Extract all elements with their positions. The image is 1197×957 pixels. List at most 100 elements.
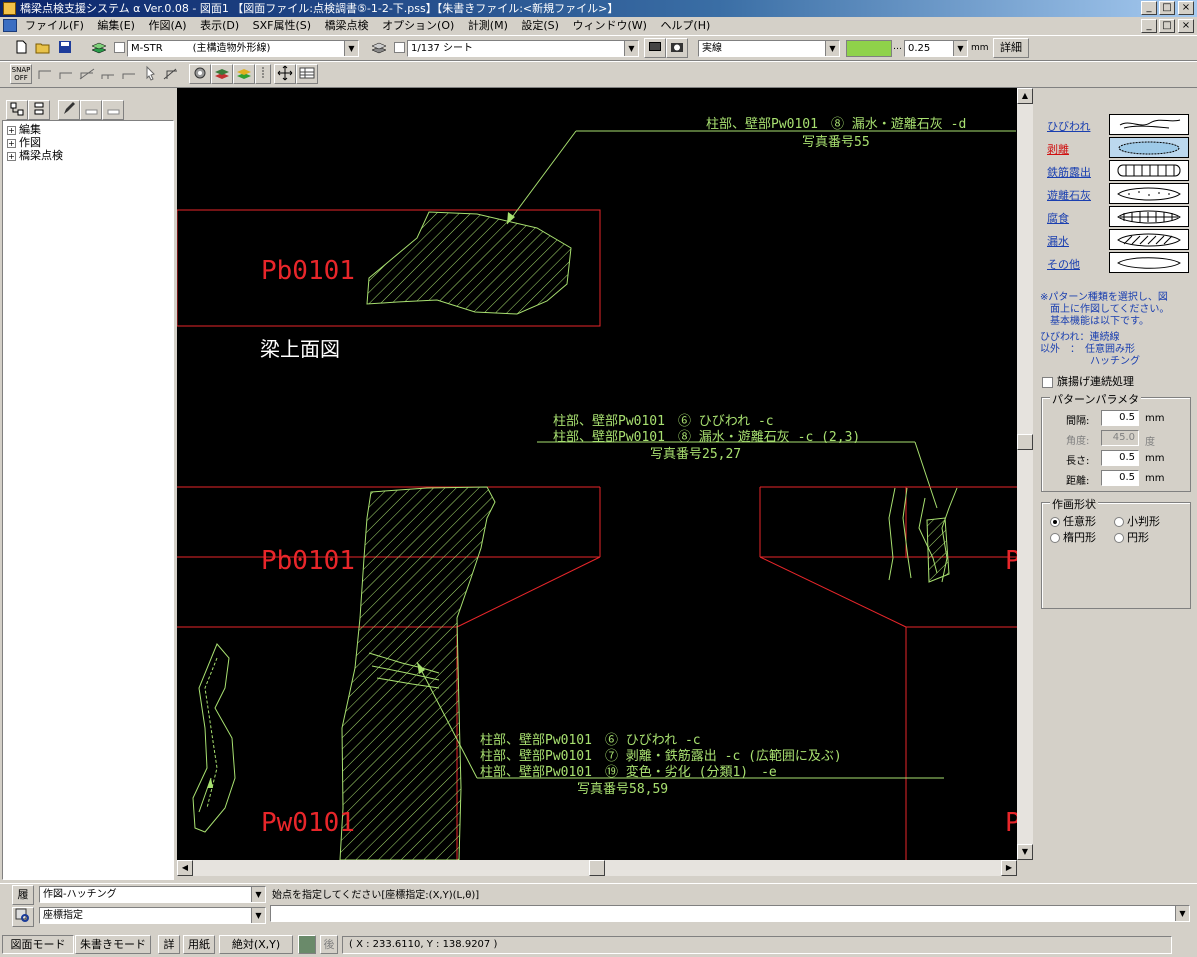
pattern-corrosion-label[interactable]: 腐食 xyxy=(1047,210,1069,226)
chevron-down-icon[interactable]: ▼ xyxy=(1175,906,1189,921)
line-color-swatch[interactable] xyxy=(846,40,892,57)
pattern-spalling[interactable]: 剥離 xyxy=(1047,137,1197,159)
layer-checkbox[interactable] xyxy=(114,42,125,53)
back-button[interactable]: 後 xyxy=(320,935,338,954)
coordinate-tool-button[interactable] xyxy=(12,907,34,927)
layer-tool2-button[interactable] xyxy=(233,64,255,84)
shape-option-oval[interactable]: 小判形 xyxy=(1114,513,1160,529)
chevron-down-icon[interactable]: ▼ xyxy=(344,41,358,56)
snap-toggle-button[interactable]: SNAP OFF xyxy=(10,64,32,84)
pattern-other[interactable]: その他 xyxy=(1047,252,1197,274)
length-input[interactable]: 0.5 xyxy=(1101,450,1139,466)
efflorescence-pattern-icon[interactable] xyxy=(1109,183,1189,204)
pattern-spalling-label[interactable]: 剥離 xyxy=(1047,141,1069,157)
scroll-up-icon[interactable]: ▲ xyxy=(1017,88,1033,104)
close-button[interactable]: × xyxy=(1178,1,1194,15)
detail-button[interactable]: 詳細 xyxy=(993,38,1029,58)
crack-pattern-icon[interactable] xyxy=(1109,114,1189,135)
absolute-coord-button[interactable]: 絶対(X,Y) xyxy=(219,935,293,954)
menu-settings[interactable]: 設定(S) xyxy=(516,17,564,35)
rebar-pattern-icon[interactable] xyxy=(1109,160,1189,181)
sheet-checkbox[interactable] xyxy=(394,42,405,53)
save-file-button[interactable] xyxy=(54,38,76,58)
tree-view-button[interactable] xyxy=(6,100,28,120)
view-window-button[interactable] xyxy=(644,38,666,58)
layer-combo[interactable]: M-STR (主構造物外形線) ▼ xyxy=(127,40,359,57)
menu-sxf[interactable]: SXF属性(S) xyxy=(248,17,316,35)
snap-grid-button[interactable] xyxy=(160,64,182,84)
blank-tool2-button[interactable] xyxy=(102,100,124,120)
other-pattern-icon[interactable] xyxy=(1109,252,1189,273)
pattern-crack-label[interactable]: ひびわれ xyxy=(1047,118,1090,134)
radio-selected-icon[interactable] xyxy=(1050,517,1060,527)
minimize-button[interactable]: _ xyxy=(1141,1,1157,15)
spacing-input[interactable]: 0.5 xyxy=(1101,410,1139,426)
scroll-down-icon[interactable]: ▼ xyxy=(1017,844,1033,860)
radio-icon[interactable] xyxy=(1050,533,1060,543)
menu-help[interactable]: ヘルプ(H) xyxy=(655,17,715,35)
doc-maximize-button[interactable]: □ xyxy=(1159,19,1175,33)
drawing-canvas[interactable]: Pb0101 梁上面図 柱部、壁部Pw0101 ⑧ 漏水・遊離石灰 -d 写真番… xyxy=(177,88,1017,860)
doc-close-button[interactable]: × xyxy=(1178,19,1194,33)
leak-pattern-icon[interactable] xyxy=(1109,229,1189,250)
drawing-mode-tab[interactable]: 図面モード xyxy=(2,935,74,954)
radio-icon[interactable] xyxy=(1114,517,1124,527)
layer-tool-button[interactable] xyxy=(211,64,233,84)
tree-item-draw[interactable]: + 作図 xyxy=(7,136,169,149)
menu-view[interactable]: 表示(D) xyxy=(195,17,244,35)
snap-endpoint-button[interactable] xyxy=(34,64,56,84)
tree-item-edit[interactable]: + 編集 xyxy=(7,123,169,136)
chevron-down-icon[interactable]: ▼ xyxy=(624,41,638,56)
history-button[interactable]: 履 xyxy=(12,885,34,905)
pan-button[interactable] xyxy=(274,64,296,84)
horizontal-scrollbar[interactable]: ◀ ▶ xyxy=(177,860,1017,876)
doc-minimize-button[interactable]: _ xyxy=(1141,19,1157,33)
menu-measure[interactable]: 計測(M) xyxy=(463,17,513,35)
line-width-combo[interactable]: 0.25 ▼ xyxy=(904,40,968,57)
radio-icon[interactable] xyxy=(1114,533,1124,543)
color-more-icon[interactable]: … xyxy=(893,40,903,57)
pattern-rebar[interactable]: 鉄筋露出 xyxy=(1047,160,1197,182)
flag-continuous-option[interactable]: 旗揚げ連続処理 xyxy=(1042,373,1134,389)
shape-option-ellipse[interactable]: 楕円形 xyxy=(1050,529,1096,545)
table-button[interactable] xyxy=(296,64,318,84)
blank-tool-button[interactable] xyxy=(80,100,102,120)
sheet-combo[interactable]: 1/137 シート ▼ xyxy=(407,40,639,57)
corrosion-pattern-icon[interactable] xyxy=(1109,206,1189,227)
snap-intersection-button[interactable] xyxy=(76,64,98,84)
pattern-other-label[interactable]: その他 xyxy=(1047,256,1080,272)
snap-point-button[interactable] xyxy=(139,64,161,84)
sheet-button[interactable] xyxy=(368,38,390,58)
paper-status-button[interactable]: 用紙 xyxy=(183,935,215,954)
menu-edit[interactable]: 編集(E) xyxy=(92,17,140,35)
scroll-right-icon[interactable]: ▶ xyxy=(1001,860,1017,876)
scroll-thumb-horizontal[interactable] xyxy=(589,860,605,876)
spalling-pattern-icon[interactable] xyxy=(1109,137,1189,158)
menu-inspection[interactable]: 橋梁点検 xyxy=(320,17,374,35)
tree-view2-button[interactable] xyxy=(28,100,50,120)
pattern-crack[interactable]: ひびわれ xyxy=(1047,114,1197,136)
input-mode-combo[interactable]: 座標指定 ▼ xyxy=(39,907,266,924)
chevron-down-icon[interactable]: ▼ xyxy=(825,41,839,56)
scroll-thumb-vertical[interactable] xyxy=(1017,434,1033,450)
inspect-tool-button[interactable] xyxy=(189,64,211,84)
menu-draw[interactable]: 作図(A) xyxy=(143,17,191,35)
expand-icon[interactable]: + xyxy=(7,138,16,148)
pattern-efflorescence[interactable]: 遊離石灰 xyxy=(1047,183,1197,205)
detail-status-button[interactable]: 詳 xyxy=(158,935,180,954)
new-file-button[interactable] xyxy=(10,38,32,58)
redline-mode-tab[interactable]: 朱書きモード xyxy=(75,935,151,954)
chevron-down-icon[interactable]: ▼ xyxy=(251,887,265,902)
shape-option-free[interactable]: 任意形 xyxy=(1050,513,1096,529)
tree-item-inspection[interactable]: + 橋梁点検 xyxy=(7,149,169,162)
pattern-leak-label[interactable]: 漏水 xyxy=(1047,233,1069,249)
snap-midpoint-button[interactable] xyxy=(55,64,77,84)
scroll-left-icon[interactable]: ◀ xyxy=(177,860,193,876)
chevron-down-icon[interactable]: ▼ xyxy=(953,41,967,56)
pattern-rebar-label[interactable]: 鉄筋露出 xyxy=(1047,164,1091,180)
mode-combo[interactable]: 作図-ハッチング ▼ xyxy=(39,886,266,903)
distance-input[interactable]: 0.5 xyxy=(1101,470,1139,486)
pattern-leak[interactable]: 漏水 xyxy=(1047,229,1197,251)
green-status-icon[interactable] xyxy=(298,935,316,954)
pen-button[interactable] xyxy=(58,100,80,120)
